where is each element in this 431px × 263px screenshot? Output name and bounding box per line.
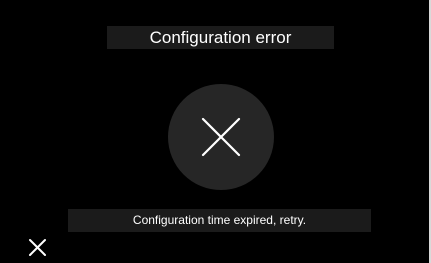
close-button[interactable] xyxy=(26,235,50,259)
configuration-error-screen: Configuration error Configuration time e… xyxy=(0,0,429,263)
error-status-indicator xyxy=(168,84,274,190)
error-x-icon xyxy=(201,117,241,157)
close-icon xyxy=(29,239,46,256)
error-message: Configuration time expired, retry. xyxy=(68,209,371,232)
dialog-title: Configuration error xyxy=(107,26,334,49)
